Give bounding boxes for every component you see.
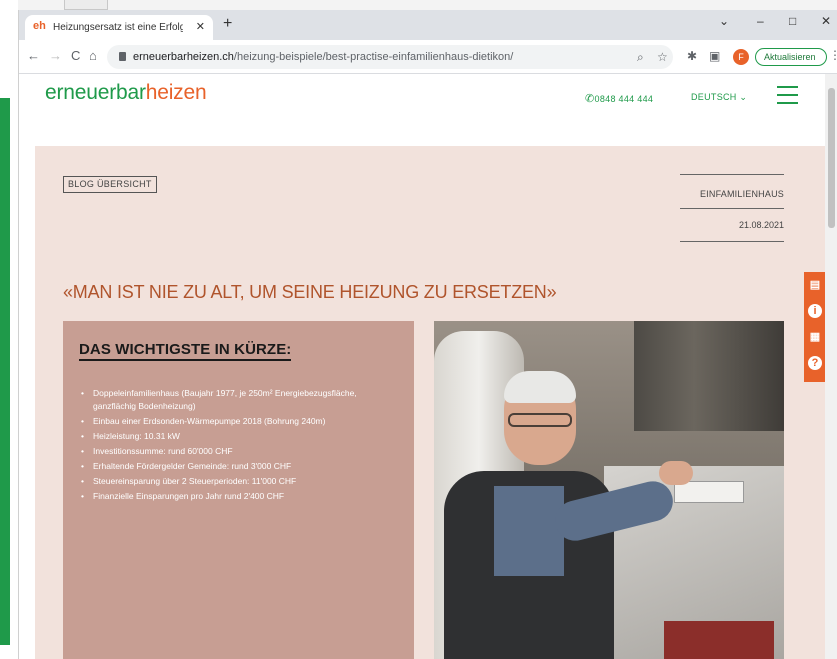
background-window-edge (64, 0, 108, 10)
web-page: erneuerbarheizen ✆0848 444 444 DEUTSCH ⌄… (19, 74, 837, 659)
summary-item: Heizleistung: 10.31 kW (81, 430, 399, 443)
site-favicon: eh (33, 20, 46, 32)
page-scrollbar[interactable] (825, 74, 837, 659)
forward-arrow-icon[interactable]: → (49, 48, 62, 63)
site-logo[interactable]: erneuerbarheizen (45, 81, 207, 105)
home-icon[interactable]: ⌂ (89, 48, 97, 63)
scrollbar-thumb[interactable] (828, 88, 835, 228)
profile-avatar[interactable]: F (733, 49, 749, 65)
background-window-green-bar (0, 98, 10, 645)
summary-box: DAS WICHTIGSTE IN KÜRZE: Doppeleinfamili… (63, 321, 414, 659)
address-bar[interactable]: erneuerbarheizen.ch/heizung-beispiele/be… (107, 45, 673, 69)
tab-close-icon[interactable]: ✕ (196, 20, 205, 33)
star-icon[interactable]: ☆ (657, 50, 668, 64)
tab-title: Heizungsersatz ist eine Erfolgsgeschicht… (53, 22, 183, 33)
tab-search-icon[interactable]: ⌄ (719, 14, 729, 28)
reload-icon[interactable]: C (71, 48, 80, 63)
article-category: EINFAMILIENHAUS (699, 189, 784, 199)
browser-menu-icon[interactable]: ⋮ (829, 48, 837, 62)
hamburger-menu-icon[interactable] (777, 86, 798, 110)
language-selector[interactable]: DEUTSCH ⌄ (691, 92, 747, 103)
minimize-button[interactable]: – (757, 14, 764, 28)
url-text: erneuerbarheizen.ch/heizung-beispiele/be… (133, 51, 514, 63)
article-photo (434, 321, 784, 659)
calculator-icon[interactable]: ▦ (808, 330, 822, 344)
back-arrow-icon[interactable]: ← (27, 48, 40, 63)
sidebar-icon[interactable]: ▣ (709, 49, 720, 63)
summary-item: Erhaltende Fördergelder Gemeinde: rund 3… (81, 460, 399, 473)
browser-toolbar: ← → C ⌂ erneuerbarheizen.ch/heizung-beis… (19, 40, 837, 74)
article-date: 21.08.2021 (738, 220, 784, 230)
summary-item: Steuereinsparung über 2 Steuerperioden: … (81, 475, 399, 488)
maximize-button[interactable]: □ (789, 14, 796, 28)
tab-bar: eh Heizungsersatz ist eine Erfolgsgeschi… (19, 10, 837, 40)
summary-item: Investitionssumme: rund 60'000 CHF (81, 445, 399, 458)
blog-overview-button[interactable]: BLOG ÜBERSICHT (63, 176, 157, 193)
update-button[interactable]: Aktualisieren (755, 48, 827, 66)
info-icon[interactable]: i (808, 304, 822, 318)
summary-item: Doppeleinfamilienhaus (Baujahr 1977, je … (81, 387, 399, 413)
document-icon[interactable]: ▤ (808, 278, 822, 292)
meta-divider (680, 241, 784, 242)
phone-icon: ✆ (585, 93, 595, 105)
summary-item: Einbau einer Erdsonden-Wärmepumpe 2018 (… (81, 415, 399, 428)
new-tab-button[interactable]: + (223, 15, 232, 33)
summary-list: Doppeleinfamilienhaus (Baujahr 1977, je … (81, 387, 399, 505)
lock-icon[interactable] (119, 52, 126, 61)
search-icon[interactable]: ⌕ (637, 50, 644, 65)
phone-link[interactable]: ✆0848 444 444 (585, 92, 653, 105)
meta-divider (680, 174, 784, 175)
help-icon[interactable]: ? (808, 356, 822, 370)
summary-title: DAS WICHTIGSTE IN KÜRZE: (79, 341, 292, 361)
meta-divider (680, 208, 784, 209)
article-headline: «MAN IST NIE ZU ALT, UM SEINE HEIZUNG ZU… (63, 282, 557, 302)
side-action-dock: ▤ i ▦ ? (804, 272, 826, 382)
summary-item: Finanzielle Einsparungen pro Jahr rund 2… (81, 490, 399, 503)
browser-window: eh Heizungsersatz ist eine Erfolgsgeschi… (18, 10, 837, 659)
browser-tab[interactable]: eh Heizungsersatz ist eine Erfolgsgeschi… (25, 15, 213, 40)
extensions-icon[interactable]: ✱ (687, 49, 697, 63)
close-window-button[interactable]: ✕ (821, 14, 831, 28)
